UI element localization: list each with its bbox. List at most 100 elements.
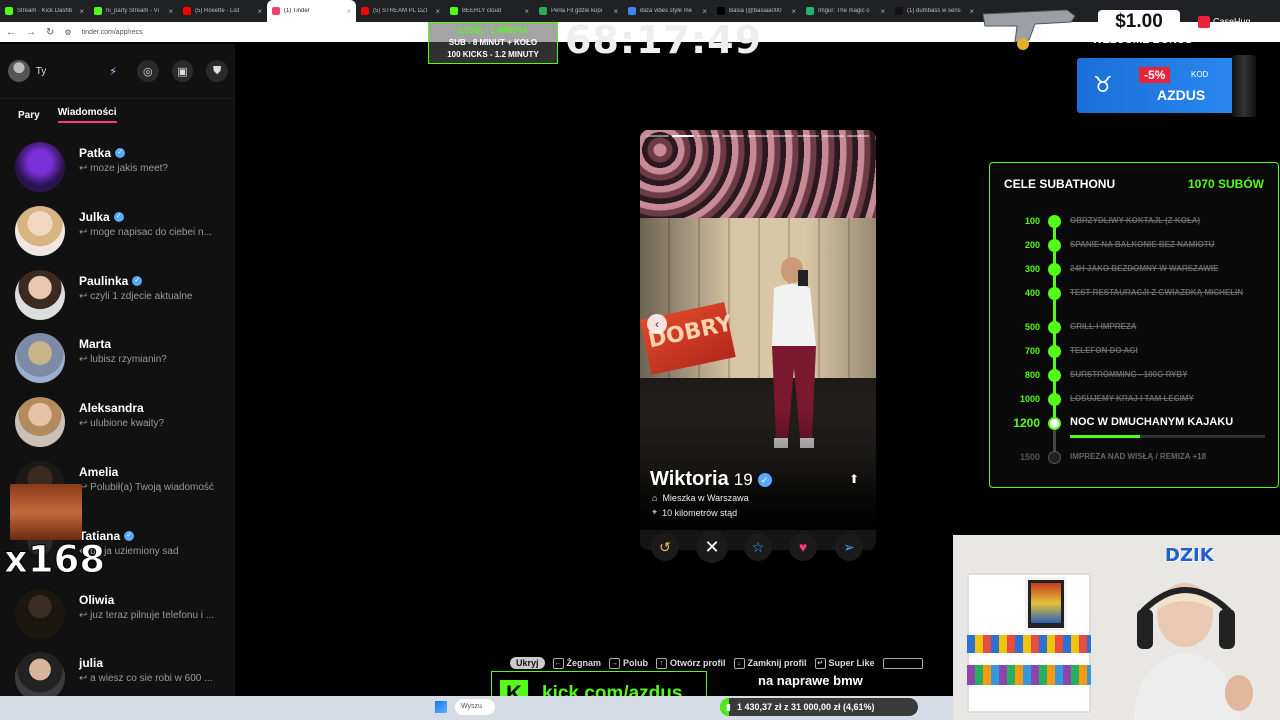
- shortcut-hint: → Polub: [609, 657, 648, 669]
- conversation-preview-text: czyli 1 zdjecie aktualne: [90, 290, 193, 302]
- tab-title: ibiza vibes style me: [640, 8, 693, 14]
- conversation-item[interactable]: Oliwia ↩ juz teraz pilnuje telefonu i ...: [0, 585, 235, 645]
- goal-label: NOC W DMUCHANYM KAJAKU: [1070, 416, 1234, 428]
- browser-tab[interactable]: (1) Tinder ×: [267, 0, 356, 22]
- conversation-item[interactable]: Julka ✓ ↩ moge napisac do ciebei n...: [0, 202, 235, 262]
- conversation-item[interactable]: Patka ✓ ↩ moze jakis meet?: [0, 138, 235, 198]
- browser-tab[interactable]: hi_party Stream - Vi ×: [89, 1, 178, 21]
- goal-progress-bar: [1070, 435, 1265, 438]
- rewind-button[interactable]: ↺: [651, 533, 679, 561]
- donation-progress-text: 1 430,37 zł z 31 000,00 zł (4,61%): [736, 702, 875, 712]
- close-tab-icon[interactable]: ×: [791, 7, 796, 16]
- tab-matches[interactable]: Pary: [18, 110, 40, 121]
- shortcut-hint: ← Żegnam: [552, 657, 601, 669]
- forward-icon[interactable]: →: [26, 27, 36, 38]
- photo-progress-segment[interactable]: [697, 135, 719, 137]
- reload-icon[interactable]: ↻: [46, 27, 54, 38]
- reply-arrow-icon: ↩: [79, 354, 91, 366]
- photo-progress-segment[interactable]: [772, 135, 794, 137]
- tab-title: (5) STREAM PL DZI: [373, 8, 428, 14]
- browser-tab[interactable]: Imgur: The magic o ×: [801, 1, 890, 21]
- goal-label: LOSUJEMY KRAJ I TAM LECIMY: [1070, 394, 1194, 403]
- browser-tab[interactable]: (5) Roxette - List ×: [178, 1, 267, 21]
- browser-tab[interactable]: Stream · Kick Dashb ×: [0, 1, 89, 21]
- browser-tab[interactable]: (1) dumbass w sens ×: [890, 1, 979, 21]
- sidebar-tabs: Pary Wiadomości: [0, 99, 235, 131]
- like-button[interactable]: ♥: [789, 533, 817, 561]
- conversation-avatar: [15, 652, 65, 703]
- screen: Stream · Kick Dashb × hi_party Stream - Vi…: [0, 0, 1280, 720]
- conversation-avatar: [15, 333, 65, 384]
- close-tab-icon[interactable]: ×: [613, 7, 618, 16]
- casehug-logo: CaseHug: [1198, 16, 1251, 28]
- floral-wallpaper: [640, 130, 876, 220]
- nope-button[interactable]: ✕: [696, 531, 728, 563]
- browser-tab[interactable]: (5) STREAM PL DZI ×: [356, 1, 445, 21]
- close-tab-icon[interactable]: ×: [702, 7, 707, 16]
- bonus-amount: $1.00: [1098, 10, 1180, 34]
- reaction-face-image: [10, 484, 82, 540]
- multiplier-text: x168: [3, 538, 106, 582]
- close-tab-icon[interactable]: ×: [435, 7, 440, 16]
- shield-icon[interactable]: ⛊: [206, 60, 228, 82]
- goal-item: 200 SPANIE NA BALKONIE BEZ NAMIOTU: [990, 237, 1280, 253]
- site-info-icon[interactable]: ⚙: [64, 28, 71, 37]
- goal-marker-icon: [1048, 263, 1061, 276]
- photo-progress-segment[interactable]: [847, 135, 869, 137]
- close-tab-icon[interactable]: ×: [880, 7, 885, 16]
- browser-tab[interactable]: BEERLY cloud ×: [445, 1, 534, 21]
- photo-progress-segment[interactable]: [797, 135, 819, 137]
- my-profile-name[interactable]: Ty: [36, 66, 47, 77]
- my-avatar[interactable]: [8, 60, 30, 82]
- goal-label: TELEFON DO AGI: [1070, 346, 1138, 355]
- tab-favicon-icon: [94, 7, 102, 15]
- casehug-label: CaseHug: [1213, 16, 1251, 27]
- boost-icon[interactable]: ⚡: [102, 60, 124, 82]
- tab-messages[interactable]: Wiadomości: [57, 107, 117, 123]
- goal-label: OBRZYDLIWY KOKTAJL (Z KOŁA): [1070, 216, 1201, 225]
- conversation-name-line: Amelia: [79, 465, 118, 479]
- close-tab-icon[interactable]: ×: [346, 7, 351, 16]
- super-like-button[interactable]: ☆: [744, 533, 772, 561]
- tab-favicon-icon: [450, 7, 458, 15]
- conversation-avatar: [15, 205, 65, 256]
- close-tab-icon[interactable]: ×: [79, 7, 84, 16]
- key-icon: ↑: [656, 657, 668, 669]
- goal-label: GRILL I IMPREZA: [1070, 322, 1137, 331]
- previous-photo-button[interactable]: ‹: [647, 314, 667, 334]
- shortcut-hint: ↑ Otwórz profil: [656, 657, 726, 669]
- conversation-item[interactable]: Paulinka ✓ ↩ czyli 1 zdjecie aktualne: [0, 266, 235, 326]
- address-input[interactable]: tinder.com/app/recs: [82, 29, 143, 36]
- conversation-item[interactable]: Aleksandra ↩ ulubione kwaity?: [0, 393, 235, 453]
- conversation-name: julia: [79, 656, 104, 671]
- close-tab-icon[interactable]: ×: [524, 7, 529, 16]
- windows-start-icon[interactable]: [435, 701, 447, 713]
- photo-progress-segment[interactable]: [822, 135, 844, 137]
- shortcut-label: Otwórz profil: [670, 658, 726, 668]
- photo-progress-segment[interactable]: [672, 135, 694, 137]
- goal-amount: 100: [1024, 216, 1040, 226]
- explore-icon[interactable]: ◎: [136, 60, 159, 82]
- photo-progress-segment[interactable]: [747, 135, 769, 137]
- tab-title: (1) dumbass w sens: [907, 8, 961, 14]
- briefcase-icon[interactable]: ▣: [171, 60, 194, 82]
- photo-progress-segment[interactable]: [722, 135, 744, 137]
- subathon-goals-panel: CELE SUBATHONU 1070 SUBÓW 100 OBRZYDLIWY …: [989, 162, 1279, 488]
- goal-item: 1000 LOSUJEMY KRAJ I TAM LECIMY: [990, 391, 1280, 407]
- verified-badge-icon: ✓: [124, 530, 135, 541]
- close-tab-icon[interactable]: ×: [969, 7, 974, 16]
- goal-item: 1500 IMPREZA NAD WISŁĄ / REMIZA +18: [990, 449, 1280, 465]
- close-tab-icon[interactable]: ×: [257, 7, 262, 16]
- hide-shortcuts-button[interactable]: Ukryj: [510, 657, 545, 669]
- conversation-preview-text: juz teraz pilnuje telefonu i ...: [90, 609, 215, 621]
- taskbar-search[interactable]: Wyszu: [455, 699, 495, 715]
- conversation-item[interactable]: Marta ↩ lubisz rzymianin?: [0, 329, 235, 389]
- back-icon[interactable]: ←: [6, 27, 16, 38]
- open-profile-icon[interactable]: ⬆: [849, 472, 859, 486]
- boost-button[interactable]: ➢: [835, 533, 863, 561]
- photo-progress-segment[interactable]: [647, 135, 669, 137]
- verified-badge-icon: ✓: [757, 472, 772, 487]
- close-tab-icon[interactable]: ×: [168, 7, 173, 16]
- profile-card[interactable]: DOBRY ‹ Wiktoria 19 ✓ ⬆ ⌂ Mieszka w Wars…: [640, 130, 876, 550]
- card-actions: ↺ ✕ ☆ ♥ ➢: [640, 531, 876, 563]
